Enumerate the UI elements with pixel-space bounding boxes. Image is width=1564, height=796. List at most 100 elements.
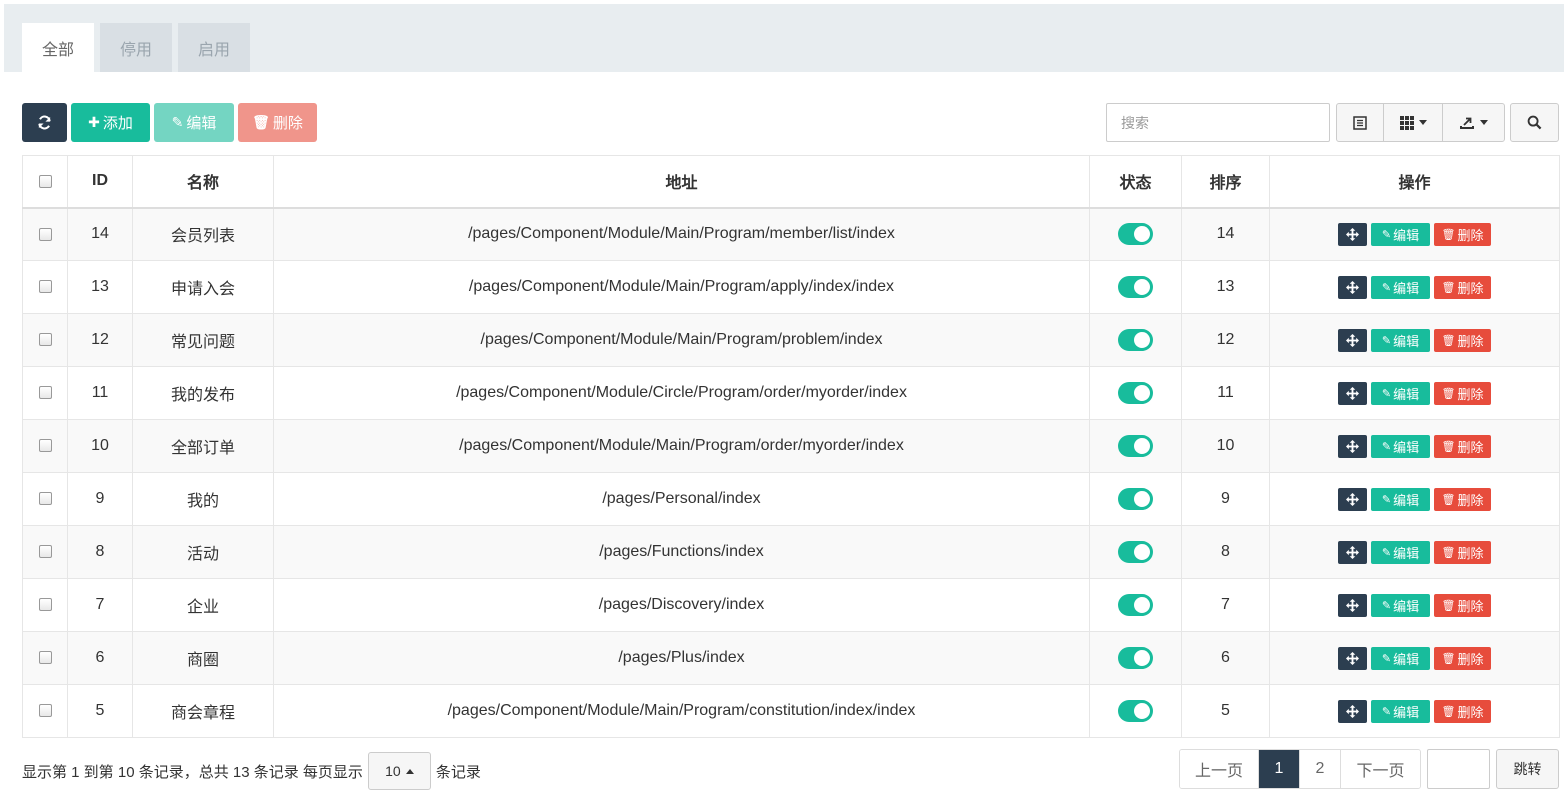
move-icon	[1346, 704, 1359, 718]
row-edit-label: 编辑	[1393, 227, 1420, 243]
page-size-select[interactable]: 10	[367, 752, 431, 790]
trash-icon: 🗑	[1441, 493, 1456, 506]
refresh-button[interactable]	[22, 103, 67, 142]
row-delete-button[interactable]: 🗑 删除	[1434, 487, 1491, 511]
drag-sort-button[interactable]	[1338, 593, 1367, 617]
table-tools-group	[1336, 103, 1505, 142]
row-edit-button[interactable]: ✎ 编辑	[1371, 328, 1430, 352]
status-toggle[interactable]	[1118, 594, 1153, 616]
columns-button[interactable]	[1384, 104, 1443, 141]
row-edit-button[interactable]: ✎ 编辑	[1371, 646, 1430, 670]
column-header-path[interactable]: 地址	[273, 155, 1090, 209]
export-button[interactable]	[1443, 104, 1504, 141]
drag-sort-button[interactable]	[1338, 275, 1367, 299]
cell-id: 8	[67, 525, 133, 579]
delete-button[interactable]: 🗑 删除	[238, 103, 317, 142]
move-icon	[1346, 386, 1359, 400]
row-delete-label: 删除	[1457, 333, 1484, 349]
row-delete-button[interactable]: 🗑 删除	[1434, 434, 1491, 458]
row-edit-button[interactable]: ✎ 编辑	[1371, 540, 1430, 564]
row-checkbox[interactable]	[38, 386, 52, 400]
row-edit-label: 编辑	[1393, 280, 1420, 296]
status-toggle[interactable]	[1118, 541, 1153, 563]
row-checkbox[interactable]	[38, 280, 52, 294]
status-toggle[interactable]	[1118, 647, 1153, 669]
cell-path: /pages/Component/Module/Main/Program/app…	[273, 260, 1090, 314]
column-header-id[interactable]: ID	[67, 155, 133, 209]
row-delete-button[interactable]: 🗑 删除	[1434, 328, 1491, 352]
drag-sort-button[interactable]	[1338, 381, 1367, 405]
prev-page-button[interactable]: 上一页	[1180, 750, 1259, 788]
edit-button[interactable]: ✎ 编辑	[154, 103, 234, 142]
status-toggle[interactable]	[1118, 700, 1153, 722]
column-header-status[interactable]: 状态	[1089, 155, 1182, 209]
row-select-cell	[22, 525, 68, 579]
row-checkbox[interactable]	[38, 492, 52, 506]
drag-sort-button[interactable]	[1338, 434, 1367, 458]
row-checkbox[interactable]	[38, 439, 52, 453]
status-toggle[interactable]	[1118, 329, 1153, 351]
page-button-2[interactable]: 2	[1300, 750, 1341, 788]
status-toggle[interactable]	[1118, 276, 1153, 298]
drag-sort-button[interactable]	[1338, 646, 1367, 670]
row-delete-label: 删除	[1457, 598, 1484, 614]
row-edit-button[interactable]: ✎ 编辑	[1371, 593, 1430, 617]
pencil-icon: ✎	[1381, 228, 1392, 241]
status-toggle[interactable]	[1118, 382, 1153, 404]
row-edit-button[interactable]: ✎ 编辑	[1371, 222, 1430, 246]
status-toggle[interactable]	[1118, 223, 1153, 246]
row-checkbox[interactable]	[38, 333, 52, 347]
column-header-sort[interactable]: 排序	[1181, 155, 1270, 209]
row-edit-button[interactable]: ✎ 编辑	[1371, 381, 1430, 405]
row-checkbox[interactable]	[38, 598, 52, 612]
add-button[interactable]: ✚ 添加	[71, 103, 150, 142]
cell-name: 我的发布	[132, 366, 274, 420]
move-icon	[1346, 651, 1359, 665]
pencil-icon: ✎	[1381, 652, 1392, 665]
drag-sort-button[interactable]	[1338, 222, 1367, 246]
row-edit-button[interactable]: ✎ 编辑	[1371, 434, 1430, 458]
row-delete-button[interactable]: 🗑 删除	[1434, 699, 1491, 723]
row-delete-button[interactable]: 🗑 删除	[1434, 222, 1491, 246]
row-edit-button[interactable]: ✎ 编辑	[1371, 275, 1430, 299]
column-header-name[interactable]: 名称	[132, 155, 274, 209]
drag-sort-button[interactable]	[1338, 540, 1367, 564]
search-input[interactable]	[1106, 103, 1330, 142]
toggle-view-button[interactable]	[1337, 104, 1384, 141]
row-checkbox[interactable]	[38, 704, 52, 718]
drag-sort-button[interactable]	[1338, 328, 1367, 352]
drag-sort-button[interactable]	[1338, 699, 1367, 723]
row-delete-button[interactable]: 🗑 删除	[1434, 646, 1491, 670]
row-edit-button[interactable]: ✎ 编辑	[1371, 699, 1430, 723]
page-size-value: 10	[385, 763, 401, 779]
status-toggle[interactable]	[1118, 488, 1153, 510]
page-button-1[interactable]: 1	[1259, 750, 1300, 788]
search-button[interactable]	[1510, 103, 1559, 142]
cell-name: 企业	[132, 578, 274, 632]
cell-actions: ✎ 编辑 🗑 删除	[1269, 472, 1560, 526]
cell-sort: 8	[1181, 525, 1270, 579]
row-checkbox[interactable]	[38, 545, 52, 559]
row-delete-button[interactable]: 🗑 删除	[1434, 381, 1491, 405]
status-toggle[interactable]	[1118, 435, 1153, 457]
row-delete-button[interactable]: 🗑 删除	[1434, 275, 1491, 299]
pencil-icon: ✎	[1381, 546, 1392, 559]
next-page-button[interactable]: 下一页	[1341, 750, 1420, 788]
row-checkbox[interactable]	[38, 227, 52, 241]
tab-enabled[interactable]: 启用	[178, 23, 250, 72]
tab-disabled[interactable]: 停用	[100, 23, 172, 72]
row-delete-button[interactable]: 🗑 删除	[1434, 593, 1491, 617]
jump-page-input[interactable]	[1427, 749, 1490, 789]
row-edit-button[interactable]: ✎ 编辑	[1371, 487, 1430, 511]
table-row: 5 商会章程/pages/Component/Module/Main/Progra…	[22, 684, 1560, 738]
row-select-cell	[22, 207, 68, 261]
row-checkbox[interactable]	[38, 651, 52, 665]
row-delete-button[interactable]: 🗑 删除	[1434, 540, 1491, 564]
cell-actions: ✎ 编辑 🗑 删除	[1269, 260, 1560, 314]
drag-sort-button[interactable]	[1338, 487, 1367, 511]
jump-button[interactable]: 跳转	[1496, 749, 1559, 789]
cell-status	[1089, 684, 1182, 738]
cell-sort: 10	[1181, 419, 1270, 473]
select-all-checkbox[interactable]	[38, 174, 52, 188]
tab-all[interactable]: 全部	[22, 23, 94, 72]
